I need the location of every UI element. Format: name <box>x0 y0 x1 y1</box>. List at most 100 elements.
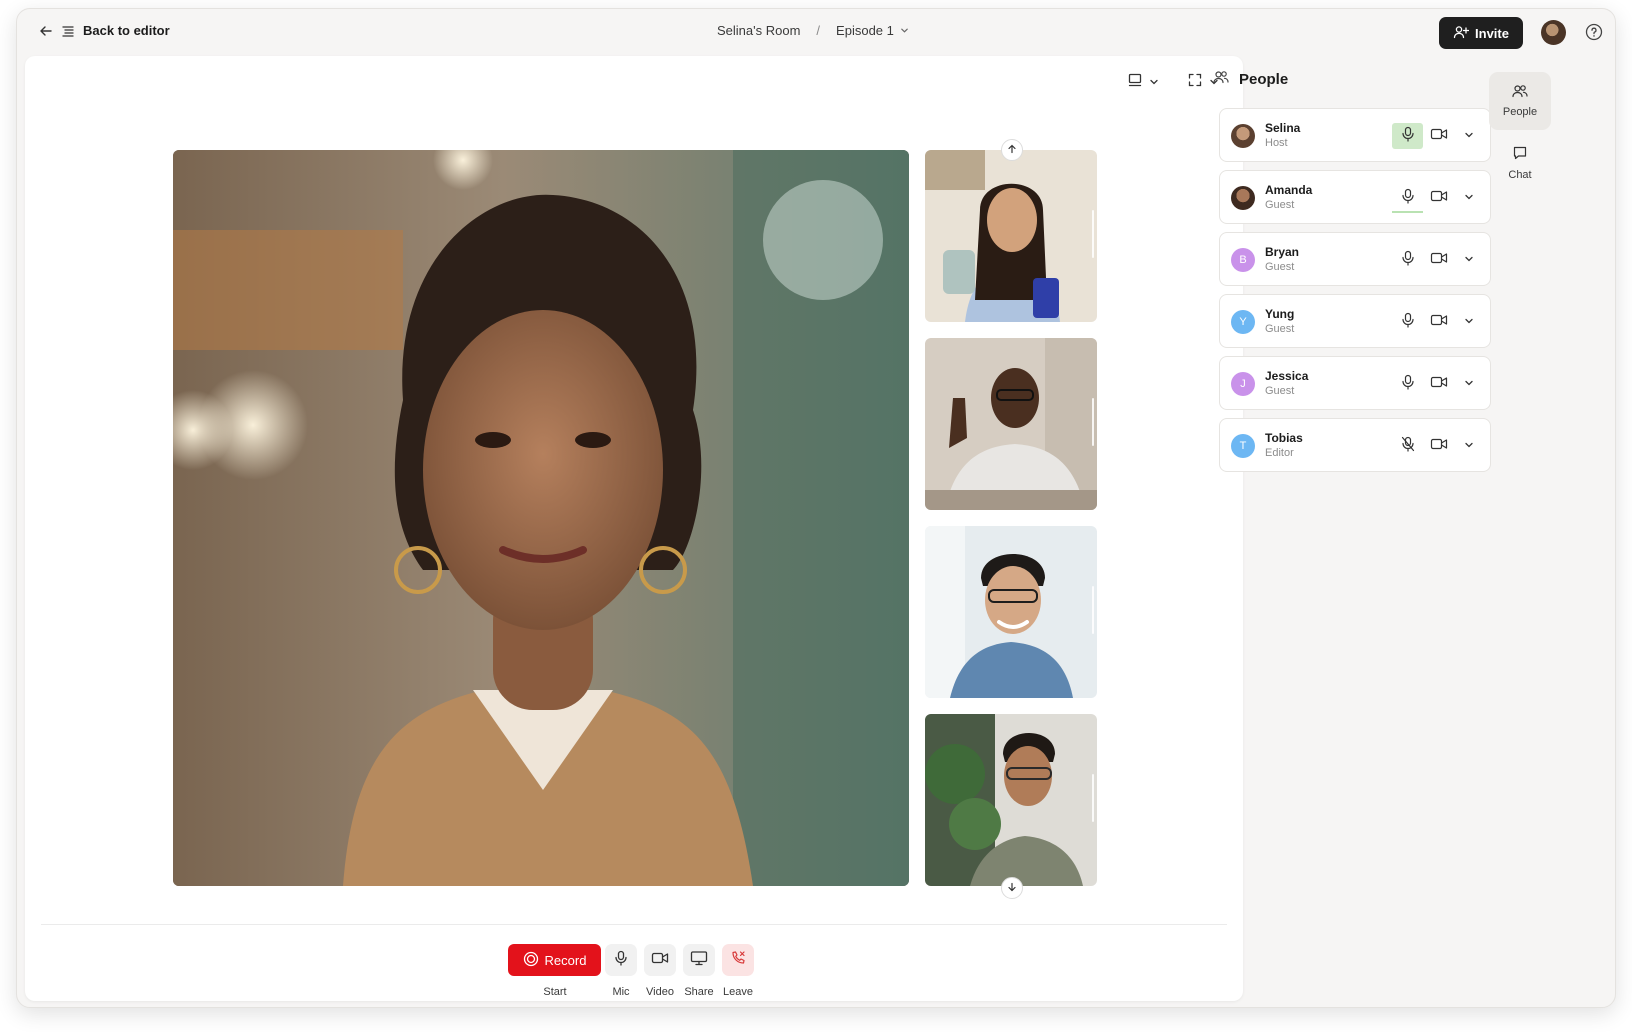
camera-icon <box>1430 251 1448 270</box>
people-icon <box>1213 70 1229 88</box>
participant-video-image <box>925 150 1097 322</box>
chevron-down-icon <box>1464 437 1474 455</box>
call-controls: Record Start Mic Video Share Leave <box>25 932 1243 998</box>
avatar <box>1231 124 1255 148</box>
start-label: Start <box>543 986 567 998</box>
participant-options-dropdown[interactable] <box>1461 309 1477 335</box>
top-bar: Back to editor Selina's Room / Episode 1… <box>17 9 1615 55</box>
participant-name: Bryan <box>1265 245 1300 259</box>
thumbnail-scroll-indicator <box>1092 774 1094 822</box>
breadcrumb-separator: / <box>816 23 821 38</box>
participant-card[interactable]: Y Yung Guest <box>1219 294 1491 348</box>
main-video-image <box>173 150 909 886</box>
leave-label: Leave <box>723 986 753 998</box>
record-label: Record <box>544 952 587 968</box>
chevron-down-icon <box>1464 313 1474 331</box>
participant-card[interactable]: J Jessica Guest <box>1219 356 1491 410</box>
controls-divider <box>41 924 1227 925</box>
scroll-down-button[interactable] <box>1001 877 1023 899</box>
participant-camera-toggle[interactable] <box>1428 123 1450 149</box>
avatar: J <box>1231 372 1255 396</box>
video-button[interactable] <box>644 944 676 976</box>
participant-role: Host <box>1265 137 1288 149</box>
layout-icon <box>1127 72 1143 93</box>
participant-mic-toggle[interactable] <box>1392 433 1423 459</box>
room-name: Selina's Room <box>717 23 801 38</box>
microphone-off-icon <box>1401 436 1415 457</box>
participant-mic-toggle[interactable] <box>1392 185 1423 213</box>
invite-button[interactable]: Invite <box>1439 17 1523 49</box>
participant-mic-toggle[interactable] <box>1392 247 1423 273</box>
audio-level-bar <box>1392 211 1423 213</box>
people-icon <box>1512 84 1528 101</box>
participant-name: Selina <box>1265 121 1301 135</box>
participant-role: Guest <box>1265 385 1295 397</box>
chevron-down-icon <box>1464 251 1474 269</box>
app-window: Back to editor Selina's Room / Episode 1… <box>16 8 1616 1008</box>
camera-icon <box>1430 437 1448 456</box>
participant-role: Guest <box>1265 323 1295 335</box>
participant-video-thumbnail[interactable] <box>925 526 1097 698</box>
participant-card[interactable]: T Tobias Editor <box>1219 418 1491 472</box>
record-icon <box>523 951 539 970</box>
participant-video-thumbnail[interactable] <box>925 714 1097 886</box>
participant-video-thumbnail[interactable] <box>925 150 1097 322</box>
participant-card[interactable]: Selina Host <box>1219 108 1491 162</box>
tab-chat[interactable]: Chat <box>1489 134 1551 192</box>
participant-camera-toggle[interactable] <box>1428 247 1450 273</box>
participant-options-dropdown[interactable] <box>1461 371 1477 397</box>
back-to-editor-link[interactable]: Back to editor <box>39 23 170 38</box>
camera-icon <box>1430 189 1448 208</box>
screen-share-icon <box>690 950 708 971</box>
help-icon[interactable] <box>1585 23 1603 46</box>
breadcrumb: Selina's Room / Episode 1 <box>717 23 909 38</box>
participant-card[interactable]: B Bryan Guest <box>1219 232 1491 286</box>
avatar: B <box>1231 248 1255 272</box>
participant-camera-toggle[interactable] <box>1428 433 1450 459</box>
microphone-icon <box>1401 374 1415 395</box>
camera-icon <box>1430 375 1448 394</box>
participant-mic-toggle[interactable] <box>1392 123 1423 149</box>
user-avatar[interactable] <box>1541 20 1566 45</box>
participant-options-dropdown[interactable] <box>1461 433 1477 459</box>
microphone-icon <box>1401 188 1415 209</box>
participant-options-dropdown[interactable] <box>1461 185 1477 211</box>
episode-selector[interactable]: Episode 1 <box>836 23 909 38</box>
participant-video-image <box>925 714 1097 886</box>
participant-camera-toggle[interactable] <box>1428 309 1450 335</box>
participant-video-thumbnail[interactable] <box>925 338 1097 510</box>
mic-button[interactable] <box>605 944 637 976</box>
participant-options-dropdown[interactable] <box>1461 123 1477 149</box>
participant-name: Amanda <box>1265 183 1313 197</box>
participant-camera-toggle[interactable] <box>1428 371 1450 397</box>
arrow-up-icon <box>1007 141 1017 159</box>
chevron-down-icon <box>1464 127 1474 145</box>
participant-card[interactable]: Amanda Guest <box>1219 170 1491 224</box>
participant-role: Editor <box>1265 447 1294 459</box>
phone-hangup-icon <box>730 950 746 971</box>
arrow-down-icon <box>1007 879 1017 897</box>
tab-people[interactable]: People <box>1489 72 1551 130</box>
arrow-left-icon <box>39 24 53 38</box>
invite-label: Invite <box>1475 25 1509 41</box>
layout-selector[interactable] <box>1127 72 1159 93</box>
record-button[interactable]: Record <box>508 944 601 976</box>
participant-camera-toggle[interactable] <box>1428 185 1450 211</box>
participant-options-dropdown[interactable] <box>1461 247 1477 273</box>
scroll-up-button[interactable] <box>1001 139 1023 161</box>
share-button[interactable] <box>683 944 715 976</box>
avatar: T <box>1231 434 1255 458</box>
chat-icon <box>1512 145 1528 164</box>
tab-chat-label: Chat <box>1508 169 1532 181</box>
microphone-icon <box>1401 250 1415 271</box>
chevron-down-icon <box>1149 74 1159 92</box>
microphone-icon <box>1401 312 1415 333</box>
people-panel: People Selina Host Amanda Guest B Bryan … <box>1203 56 1493 996</box>
main-video[interactable] <box>173 150 909 886</box>
episode-label: Episode 1 <box>836 23 894 38</box>
leave-button[interactable] <box>722 944 754 976</box>
thumbnail-scroll-indicator <box>1092 586 1094 634</box>
participant-mic-toggle[interactable] <box>1392 371 1423 397</box>
participant-role: Guest <box>1265 199 1295 211</box>
participant-mic-toggle[interactable] <box>1392 309 1423 335</box>
